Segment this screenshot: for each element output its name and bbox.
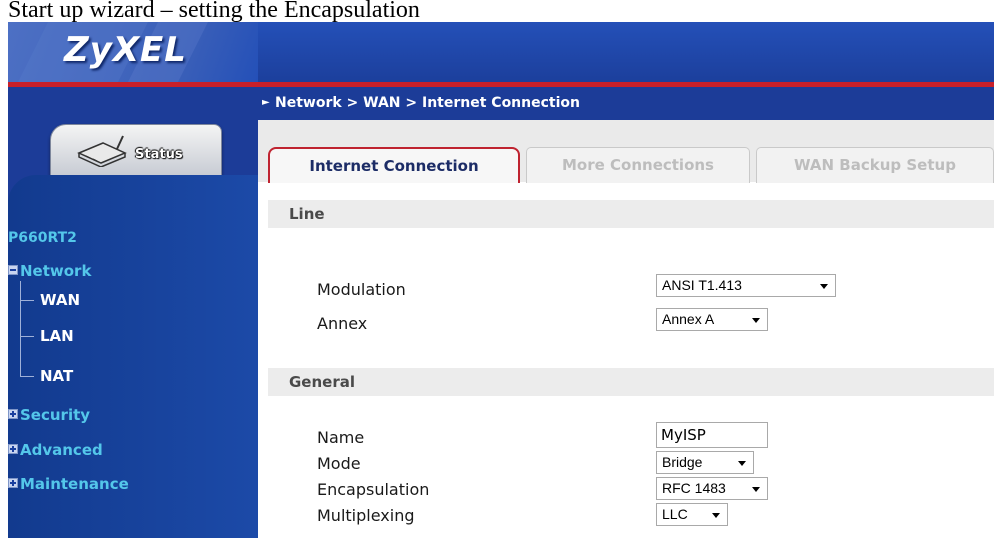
logo-area: ZyXEL [8, 22, 258, 82]
modulation-value: ANSI T1.413 [662, 277, 742, 293]
dropdown-arrow-icon [820, 284, 828, 289]
encapsulation-value: RFC 1483 [662, 480, 726, 496]
nav-menu: P660RT2 Network WAN LAN NAT Security Adv… [8, 175, 258, 538]
main-content: Internet Connection More Connections WAN… [258, 120, 994, 538]
left-panel: Status P660RT2 Network WAN LAN NAT Secur… [8, 87, 258, 538]
tree-line [20, 281, 21, 377]
nav-item-security[interactable]: Security [8, 406, 90, 424]
router-admin-window: ZyXEL Status P660RT2 Network WAN LAN NAT… [8, 22, 994, 538]
nav-item-advanced[interactable]: Advanced [8, 441, 103, 459]
tab-wan-backup-setup[interactable]: WAN Backup Setup [756, 147, 994, 183]
document-caption: Start up wizard – setting the Encapsulat… [8, 0, 420, 23]
dropdown-arrow-icon [752, 487, 760, 492]
collapse-icon [8, 265, 18, 275]
dropdown-arrow-icon [752, 318, 760, 323]
expand-icon [8, 478, 18, 488]
expand-icon [8, 409, 18, 419]
multiplexing-value: LLC [662, 506, 688, 522]
modulation-select[interactable]: ANSI T1.413 [656, 274, 836, 297]
breadcrumb-arrow-icon: ► [262, 97, 270, 108]
modulation-label: Modulation [317, 280, 406, 299]
tree-branch [20, 300, 34, 301]
annex-select[interactable]: Annex A [656, 308, 768, 331]
section-title: General [289, 373, 355, 391]
dropdown-arrow-icon [738, 461, 746, 466]
zyxel-logo: ZyXEL [64, 30, 187, 70]
status-button[interactable]: Status [50, 124, 222, 176]
sidebar-item-lan[interactable]: LAN [40, 327, 74, 345]
device-name: P660RT2 [8, 230, 77, 246]
nav-item-maintenance-label: Maintenance [20, 475, 129, 493]
breadcrumb-bar: ► Network > WAN > Internet Connection [258, 87, 994, 120]
nav-item-network[interactable]: Network [8, 262, 91, 280]
encapsulation-label: Encapsulation [317, 480, 430, 499]
mode-label: Mode [317, 454, 361, 473]
mode-select[interactable]: Bridge [656, 451, 754, 474]
mode-value: Bridge [662, 454, 703, 470]
breadcrumb: Network > WAN > Internet Connection [275, 95, 580, 111]
annex-value: Annex A [662, 311, 715, 327]
nav-item-maintenance[interactable]: Maintenance [8, 475, 129, 493]
tree-branch [20, 336, 34, 337]
section-title: Line [289, 205, 325, 223]
sidebar-item-nat[interactable]: NAT [40, 367, 73, 385]
encapsulation-select[interactable]: RFC 1483 [656, 477, 768, 500]
name-input[interactable]: MyISP [656, 422, 768, 448]
sidebar-item-wan[interactable]: WAN [40, 291, 80, 309]
header-bar: ZyXEL [8, 22, 994, 82]
general-section-header: General [268, 368, 994, 396]
nav-item-advanced-label: Advanced [20, 441, 103, 459]
annex-label: Annex [317, 314, 368, 333]
expand-icon [8, 444, 18, 454]
tab-internet-connection[interactable]: Internet Connection [268, 147, 520, 183]
line-section-header: Line [268, 200, 994, 228]
name-label: Name [317, 428, 365, 447]
nav-item-network-label: Network [20, 262, 92, 280]
tree-branch [20, 376, 34, 377]
tab-more-connections[interactable]: More Connections [526, 147, 750, 183]
multiplexing-label: Multiplexing [317, 506, 415, 525]
router-icon [77, 135, 127, 167]
tab-strip: Internet Connection More Connections WAN… [258, 120, 994, 183]
status-label: Status [135, 147, 183, 162]
dropdown-arrow-icon [712, 513, 720, 518]
multiplexing-select[interactable]: LLC [656, 503, 728, 526]
nav-item-security-label: Security [20, 406, 91, 424]
